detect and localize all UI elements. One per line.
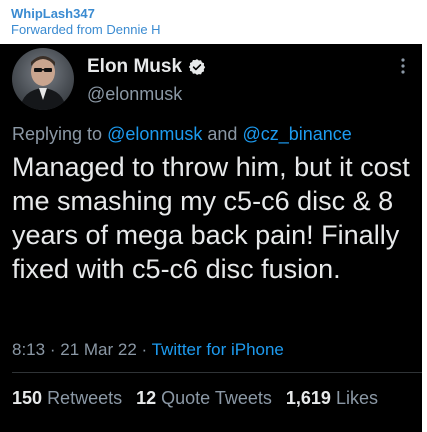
forward-header: WhipLash347 Forwarded from Dennie H (11, 6, 161, 38)
forwarded-message: WhipLash347 Forwarded from Dennie H Elon… (0, 0, 427, 432)
mention-cz-binance[interactable]: @cz_binance (242, 124, 351, 144)
forward-sender-name[interactable]: WhipLash347 (11, 6, 161, 22)
divider (12, 372, 422, 373)
meta-separator: · (141, 340, 148, 359)
forwarded-from-label[interactable]: Forwarded from Dennie H (11, 22, 161, 38)
avatar-image (20, 56, 66, 110)
likes-count: 1,619 (285, 388, 331, 408)
retweets-stat[interactable]: 150 Retweets (12, 388, 122, 409)
author-handle[interactable]: @elonmusk (87, 84, 182, 105)
replying-to-line: Replying to @elonmusk and @cz_binance (12, 124, 352, 145)
quote-tweets-stat[interactable]: 12 Quote Tweets (136, 388, 272, 409)
likes-stat[interactable]: 1,619 Likes (286, 388, 378, 409)
tweet-source[interactable]: Twitter for iPhone (152, 340, 284, 359)
likes-label: Likes (335, 388, 378, 408)
tweet-text: Managed to throw him, but it cost me sma… (12, 152, 410, 284)
replying-and: and (207, 124, 238, 144)
author-row: Elon Musk (87, 56, 206, 78)
retweets-label: Retweets (47, 388, 123, 408)
tweet-screenshot: Elon Musk @elonmusk Replying to @elonmus… (0, 44, 422, 432)
quotes-count: 12 (136, 388, 157, 408)
mention-elonmusk[interactable]: @elonmusk (107, 124, 202, 144)
tweet-meta: 8:13 · 21 Mar 22 · Twitter for iPhone (12, 340, 284, 360)
meta-separator: · (49, 340, 56, 359)
tweet-stats: 150 Retweets 12 Quote Tweets 1,619 Likes (12, 388, 378, 409)
verified-badge-icon (188, 59, 206, 75)
retweets-count: 150 (12, 388, 43, 408)
replying-to-label: Replying to (12, 124, 103, 144)
avatar (12, 48, 74, 110)
tweet-time[interactable]: 8:13 (12, 340, 45, 359)
author-name[interactable]: Elon Musk (87, 56, 182, 78)
more-vertical-icon[interactable] (396, 56, 410, 76)
quotes-label: Quote Tweets (161, 388, 272, 408)
tweet-date[interactable]: 21 Mar 22 (60, 340, 137, 359)
